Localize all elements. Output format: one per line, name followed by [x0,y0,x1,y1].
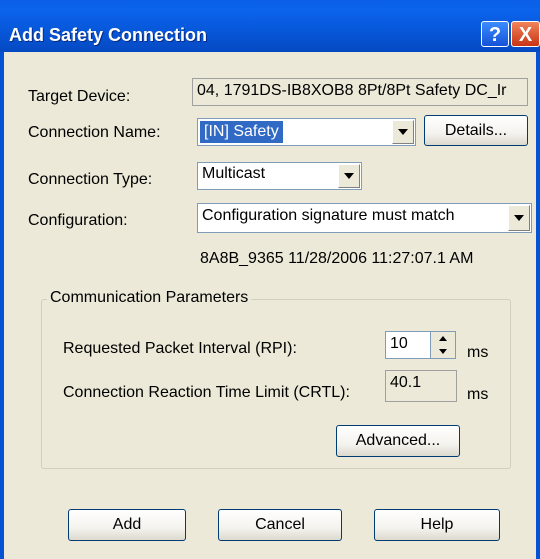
chevron-down-icon[interactable] [392,120,414,144]
close-icon[interactable]: X [511,21,540,47]
window-title: Add Safety Connection [9,25,208,45]
window-frame-left [0,52,4,559]
help-button[interactable]: Help [374,509,500,541]
details-button[interactable]: Details... [424,115,528,146]
crtl-unit: ms [467,386,489,403]
rpi-spinner[interactable] [430,331,456,359]
spin-up-icon[interactable] [432,332,454,344]
configuration-signature: 8A8B_9365 11/28/2006 11:27:07.1 AM [200,250,474,267]
spin-down-icon[interactable] [432,345,454,357]
chevron-down-icon[interactable] [338,164,360,188]
crtl-label: Connection Reaction Time Limit (CRTL): [63,384,350,401]
connection-type-value: Multicast [202,165,266,182]
connection-type-label: Connection Type: [28,171,153,188]
help-icon[interactable]: ? [481,21,509,47]
configuration-select[interactable]: Configuration signature must match [197,203,532,233]
connection-name-value: [IN] Safety [200,121,283,143]
title-bar: Add Safety Connection ? X [0,0,540,52]
target-device-field: 04, 1791DS-IB8XOB8 8Pt/8Pt Safety DC_Ir [192,78,528,106]
communication-parameters-title: Communication Parameters [47,289,252,307]
crtl-field: 40.1 [385,370,457,402]
connection-name-label: Connection Name: [28,124,161,141]
advanced-button[interactable]: Advanced... [336,425,460,457]
add-button[interactable]: Add [68,509,186,541]
connection-name-select[interactable]: [IN] Safety [197,118,416,146]
rpi-label: Requested Packet Interval (RPI): [63,340,297,357]
target-device-label: Target Device: [28,88,131,105]
configuration-value: Configuration signature must match [202,207,455,224]
configuration-label: Configuration: [28,212,128,229]
connection-type-select[interactable]: Multicast [197,162,362,190]
cancel-button[interactable]: Cancel [218,509,342,541]
chevron-down-icon[interactable] [508,205,530,231]
rpi-unit: ms [467,344,489,361]
rpi-input[interactable]: 10 [385,331,431,359]
window-frame-right [536,52,540,559]
